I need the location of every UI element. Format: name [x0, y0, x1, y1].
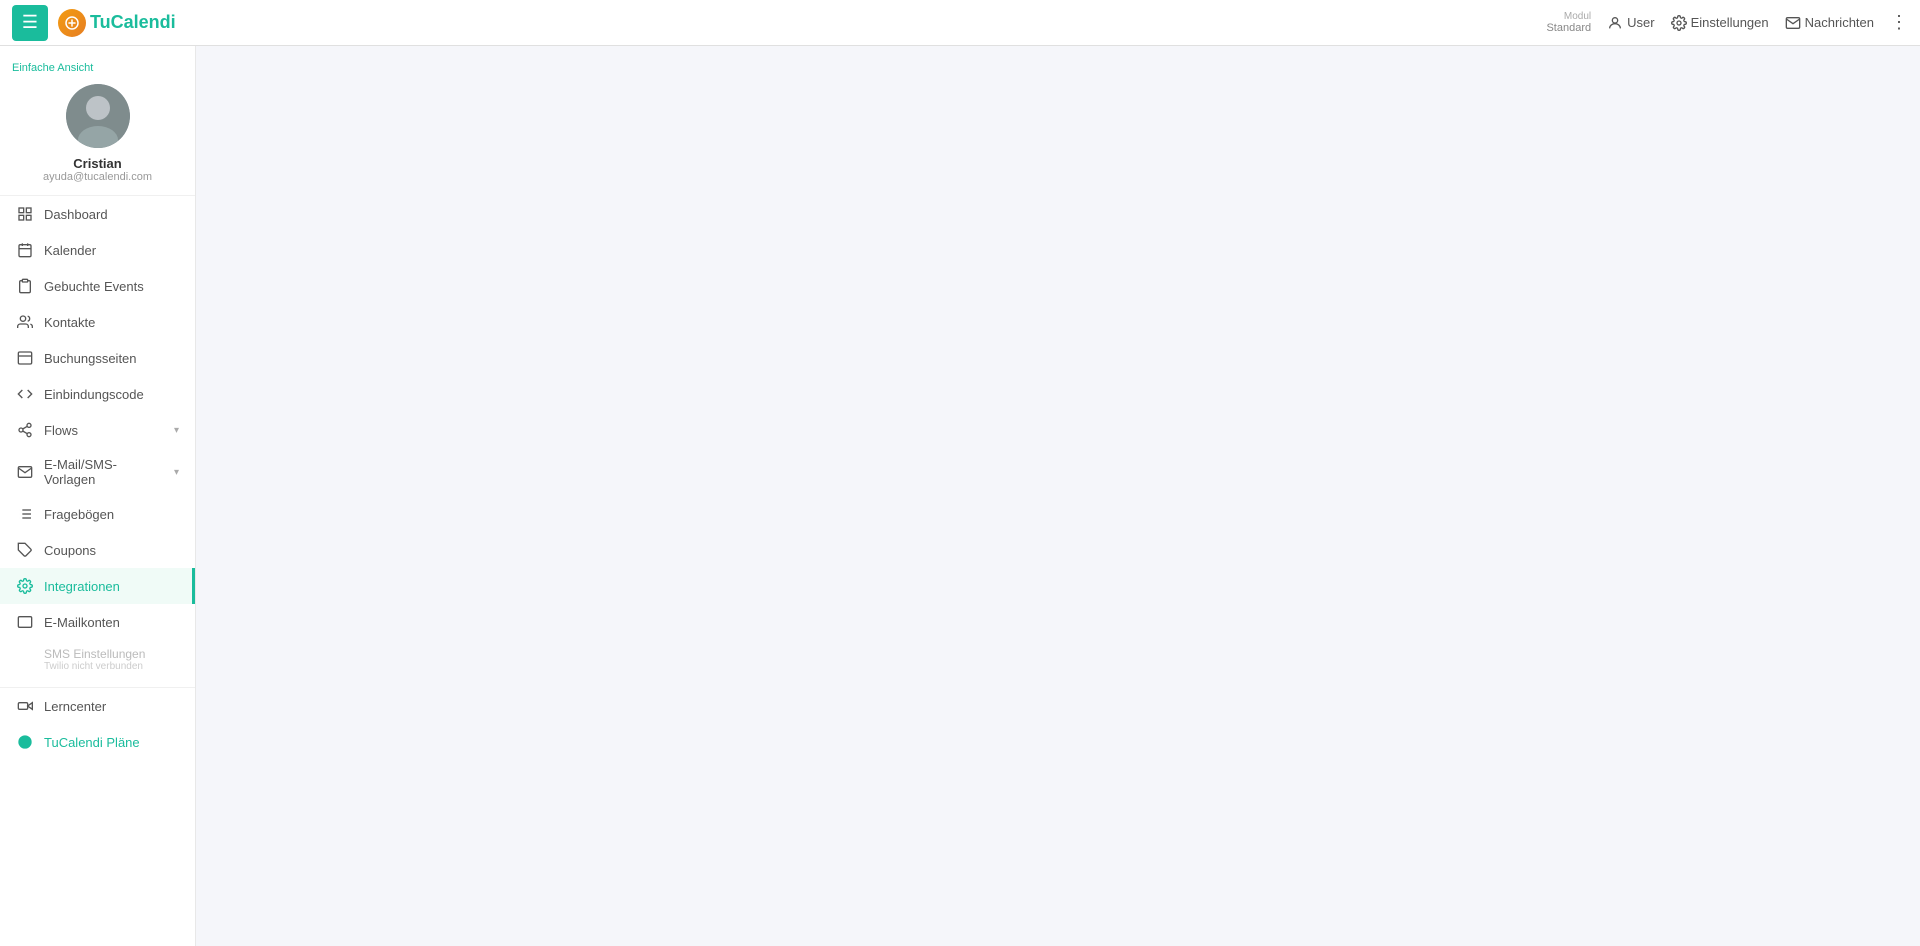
- logo-prefix: Tu: [90, 12, 111, 32]
- sidebar-item-tucalendi-plaene[interactable]: TuCalendi Pläne: [0, 724, 195, 760]
- users-icon: [16, 313, 34, 331]
- circle-teal-icon: [16, 733, 34, 751]
- hamburger-button[interactable]: ☰: [12, 5, 48, 41]
- tag-icon: [16, 541, 34, 559]
- avatar-image: [66, 84, 130, 148]
- sidebar-item-label-email-sms: E-Mail/SMS-Vorlagen: [44, 457, 164, 487]
- share-icon: [16, 421, 34, 439]
- more-button[interactable]: ⋮: [1890, 12, 1908, 33]
- sidebar-bottom: Lerncenter TuCalendi Pläne: [0, 687, 195, 760]
- logo-icon: [58, 9, 86, 37]
- sidebar-item-label-sms-settings: SMS Einstellungen: [44, 647, 145, 661]
- sidebar-item-buchungsseiten[interactable]: Buchungsseiten: [0, 340, 195, 376]
- sidebar-item-label-frageboegen: Fragebögen: [44, 507, 179, 522]
- sidebar-item-einbindungscode[interactable]: Einbindungscode: [0, 376, 195, 412]
- sidebar-item-label-dashboard: Dashboard: [44, 207, 179, 222]
- modul-label: Modul: [1546, 11, 1591, 22]
- settings-button[interactable]: Einstellungen: [1671, 15, 1769, 31]
- topbar: ☰ TuCalendi Modul Standard User Einstell…: [0, 0, 1920, 46]
- user-email: ayuda@tucalendi.com: [12, 171, 183, 183]
- sidebar-nav: Dashboard Kalender Gebuchte Events Konta…: [0, 196, 195, 679]
- modul-info: Modul Standard: [1546, 11, 1591, 34]
- sidebar: Einfache Ansicht Cristian ayuda@tucalend…: [0, 0, 196, 946]
- settings-btn-label: Einstellungen: [1691, 15, 1769, 30]
- grid-icon: [16, 205, 34, 223]
- sidebar-item-flows[interactable]: Flows ▾: [0, 412, 195, 448]
- simple-view-link[interactable]: Einfache Ansicht: [12, 62, 183, 74]
- sidebar-item-sms-settings: SMS EinstellungenTwilio nicht verbunden: [0, 640, 195, 679]
- sidebar-item-frageboegen[interactable]: Fragebögen: [0, 496, 195, 532]
- user-name: Cristian: [12, 156, 183, 171]
- gear-icon: [16, 577, 34, 595]
- video-icon: [16, 697, 34, 715]
- mail-icon: [16, 463, 34, 481]
- list-icon: [16, 505, 34, 523]
- sidebar-item-label-kalender: Kalender: [44, 243, 179, 258]
- sidebar-item-dashboard[interactable]: Dashboard: [0, 196, 195, 232]
- envelope-icon: [16, 613, 34, 631]
- sidebar-item-label-tucalendi-plaene: TuCalendi Pläne: [44, 735, 179, 750]
- topbar-right: Modul Standard User Einstellungen Nachri…: [1546, 11, 1908, 34]
- user-button[interactable]: User: [1607, 15, 1654, 31]
- sidebar-item-lerncenter[interactable]: Lerncenter: [0, 688, 195, 724]
- calendar-icon: [16, 241, 34, 259]
- nav-arrow-flows: ▾: [174, 425, 179, 436]
- sidebar-item-label-kontakte: Kontakte: [44, 315, 179, 330]
- sidebar-item-label-einbindungscode: Einbindungscode: [44, 387, 179, 402]
- sidebar-item-label-gebuchte-events: Gebuchte Events: [44, 279, 179, 294]
- logo-suffix: Calendi: [111, 12, 176, 32]
- user-btn-label: User: [1627, 15, 1654, 30]
- logo: TuCalendi: [58, 9, 176, 37]
- sidebar-sub-note-sms-settings: Twilio nicht verbunden: [44, 661, 179, 672]
- avatar: [66, 84, 130, 148]
- nav-arrow-email-sms: ▾: [174, 467, 179, 478]
- sidebar-item-kontakte[interactable]: Kontakte: [0, 304, 195, 340]
- modul-value: Standard: [1546, 22, 1591, 34]
- sidebar-item-gebuchte-events[interactable]: Gebuchte Events: [0, 268, 195, 304]
- sidebar-item-label-lerncenter: Lerncenter: [44, 699, 179, 714]
- sidebar-item-coupons[interactable]: Coupons: [0, 532, 195, 568]
- sidebar-item-kalender[interactable]: Kalender: [0, 232, 195, 268]
- sidebar-item-label-integrationen: Integrationen: [44, 579, 176, 594]
- clipboard-icon: [16, 277, 34, 295]
- sidebar-item-email-sms[interactable]: E-Mail/SMS-Vorlagen ▾: [0, 448, 195, 496]
- code-icon: [16, 385, 34, 403]
- sidebar-user-section: Einfache Ansicht Cristian ayuda@tucalend…: [0, 46, 195, 196]
- logo-text: TuCalendi: [90, 12, 176, 33]
- sidebar-item-label-e-mailkonten: E-Mailkonten: [44, 615, 179, 630]
- sidebar-item-label-coupons: Coupons: [44, 543, 179, 558]
- messages-button[interactable]: Nachrichten: [1785, 15, 1874, 31]
- sidebar-item-label-buchungsseiten: Buchungsseiten: [44, 351, 179, 366]
- sidebar-item-integrationen[interactable]: Integrationen: [0, 568, 195, 604]
- browser-icon: [16, 349, 34, 367]
- sidebar-item-label-flows: Flows: [44, 423, 164, 438]
- sidebar-item-e-mailkonten[interactable]: E-Mailkonten: [0, 604, 195, 640]
- messages-btn-label: Nachrichten: [1805, 15, 1874, 30]
- topbar-left: ☰ TuCalendi: [12, 5, 176, 41]
